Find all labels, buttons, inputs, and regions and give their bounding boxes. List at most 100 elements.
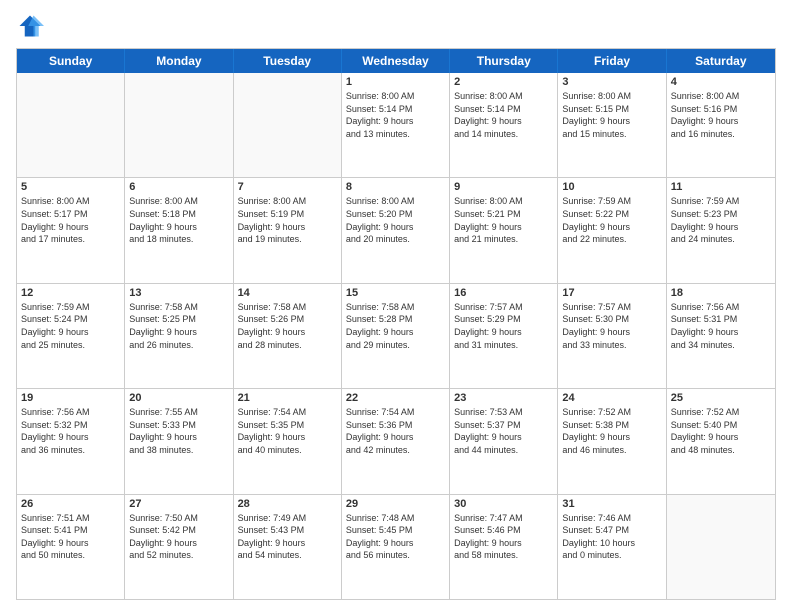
day-number: 1 — [346, 76, 445, 88]
day-info: Sunrise: 7:59 AM Sunset: 5:23 PM Dayligh… — [671, 195, 771, 245]
calendar-row-1: 5Sunrise: 8:00 AM Sunset: 5:17 PM Daylig… — [17, 177, 775, 282]
calendar-cell: 31 Sunrise: 7:46 AM Sunset: 5:47 PM Dayli… — [558, 495, 666, 599]
day-info: Sunrise: 7:56 AM Sunset: 5:31 PM Dayligh… — [671, 301, 771, 351]
calendar-cell: 24 Sunrise: 7:52 AM Sunset: 5:38 PM Dayli… — [558, 389, 666, 493]
day-number: 18 — [671, 287, 771, 299]
calendar-cell: 13 Sunrise: 7:58 AM Sunset: 5:25 PM Dayli… — [125, 284, 233, 388]
calendar-row-2: 12 Sunrise: 7:59 AM Sunset: 5:24 PM Dayli… — [17, 283, 775, 388]
logo-icon — [16, 12, 44, 40]
calendar-cell: 12 Sunrise: 7:59 AM Sunset: 5:24 PM Dayli… — [17, 284, 125, 388]
calendar-cell: 26Sunrise: 7:51 AM Sunset: 5:41 PM Dayli… — [17, 495, 125, 599]
day-info: Sunrise: 7:56 AM Sunset: 5:32 PM Dayligh… — [21, 406, 120, 456]
day-number: 25 — [671, 392, 771, 404]
day-number: 17 — [562, 287, 661, 299]
logo — [16, 12, 48, 40]
calendar-cell: 19 Sunrise: 7:56 AM Sunset: 5:32 PM Dayli… — [17, 389, 125, 493]
header-day-thursday: Thursday — [450, 49, 558, 73]
day-number: 13 — [129, 287, 228, 299]
calendar-cell: 30 Sunrise: 7:47 AM Sunset: 5:46 PM Dayli… — [450, 495, 558, 599]
calendar-cell — [234, 73, 342, 177]
calendar-cell: 28Sunrise: 7:49 AM Sunset: 5:43 PM Dayli… — [234, 495, 342, 599]
calendar-cell: 16 Sunrise: 7:57 AM Sunset: 5:29 PM Dayli… — [450, 284, 558, 388]
calendar-cell: 14Sunrise: 7:58 AM Sunset: 5:26 PM Dayli… — [234, 284, 342, 388]
day-info: Sunrise: 7:52 AM Sunset: 5:40 PM Dayligh… — [671, 406, 771, 456]
calendar-cell: 2 Sunrise: 8:00 AM Sunset: 5:14 PM Daylig… — [450, 73, 558, 177]
day-number: 30 — [454, 498, 553, 510]
calendar-header: SundayMondayTuesdayWednesdayThursdayFrid… — [17, 49, 775, 73]
calendar-cell: 4Sunrise: 8:00 AM Sunset: 5:16 PM Daylig… — [667, 73, 775, 177]
day-info: Sunrise: 7:51 AM Sunset: 5:41 PM Dayligh… — [21, 512, 120, 562]
day-info: Sunrise: 7:46 AM Sunset: 5:47 PM Dayligh… — [562, 512, 661, 562]
header-day-friday: Friday — [558, 49, 666, 73]
header-day-monday: Monday — [125, 49, 233, 73]
calendar-cell: 29 Sunrise: 7:48 AM Sunset: 5:45 PM Dayli… — [342, 495, 450, 599]
day-info: Sunrise: 7:54 AM Sunset: 5:36 PM Dayligh… — [346, 406, 445, 456]
day-info: Sunrise: 7:48 AM Sunset: 5:45 PM Dayligh… — [346, 512, 445, 562]
calendar-cell: 20 Sunrise: 7:55 AM Sunset: 5:33 PM Dayli… — [125, 389, 233, 493]
day-info: Sunrise: 7:58 AM Sunset: 5:25 PM Dayligh… — [129, 301, 228, 351]
day-number: 31 — [562, 498, 661, 510]
day-info: Sunrise: 7:47 AM Sunset: 5:46 PM Dayligh… — [454, 512, 553, 562]
calendar-cell: 10Sunrise: 7:59 AM Sunset: 5:22 PM Dayli… — [558, 178, 666, 282]
day-info: Sunrise: 7:52 AM Sunset: 5:38 PM Dayligh… — [562, 406, 661, 456]
day-info: Sunrise: 8:00 AM Sunset: 5:17 PM Dayligh… — [21, 195, 120, 245]
day-info: Sunrise: 8:00 AM Sunset: 5:19 PM Dayligh… — [238, 195, 337, 245]
header-day-tuesday: Tuesday — [234, 49, 342, 73]
page: SundayMondayTuesdayWednesdayThursdayFrid… — [0, 0, 792, 612]
day-info: Sunrise: 7:58 AM Sunset: 5:26 PM Dayligh… — [238, 301, 337, 351]
day-info: Sunrise: 7:55 AM Sunset: 5:33 PM Dayligh… — [129, 406, 228, 456]
day-number: 22 — [346, 392, 445, 404]
calendar-cell: 5Sunrise: 8:00 AM Sunset: 5:17 PM Daylig… — [17, 178, 125, 282]
day-number: 15 — [346, 287, 445, 299]
calendar-cell — [667, 495, 775, 599]
calendar-cell: 22 Sunrise: 7:54 AM Sunset: 5:36 PM Dayli… — [342, 389, 450, 493]
day-number: 2 — [454, 76, 553, 88]
day-info: Sunrise: 8:00 AM Sunset: 5:14 PM Dayligh… — [346, 90, 445, 140]
day-info: Sunrise: 7:58 AM Sunset: 5:28 PM Dayligh… — [346, 301, 445, 351]
day-info: Sunrise: 8:00 AM Sunset: 5:21 PM Dayligh… — [454, 195, 553, 245]
calendar-cell: 11 Sunrise: 7:59 AM Sunset: 5:23 PM Dayli… — [667, 178, 775, 282]
day-number: 7 — [238, 181, 337, 193]
day-number: 20 — [129, 392, 228, 404]
header-day-sunday: Sunday — [17, 49, 125, 73]
calendar-cell: 8Sunrise: 8:00 AM Sunset: 5:20 PM Daylig… — [342, 178, 450, 282]
calendar-cell — [125, 73, 233, 177]
calendar-cell: 17 Sunrise: 7:57 AM Sunset: 5:30 PM Dayli… — [558, 284, 666, 388]
header-day-wednesday: Wednesday — [342, 49, 450, 73]
calendar-cell: 18 Sunrise: 7:56 AM Sunset: 5:31 PM Dayli… — [667, 284, 775, 388]
day-info: Sunrise: 8:00 AM Sunset: 5:16 PM Dayligh… — [671, 90, 771, 140]
header-day-saturday: Saturday — [667, 49, 775, 73]
calendar-row-4: 26Sunrise: 7:51 AM Sunset: 5:41 PM Dayli… — [17, 494, 775, 599]
day-number: 10 — [562, 181, 661, 193]
day-info: Sunrise: 7:59 AM Sunset: 5:24 PM Dayligh… — [21, 301, 120, 351]
day-number: 28 — [238, 498, 337, 510]
day-number: 12 — [21, 287, 120, 299]
calendar-cell: 1 Sunrise: 8:00 AM Sunset: 5:14 PM Daylig… — [342, 73, 450, 177]
day-info: Sunrise: 7:50 AM Sunset: 5:42 PM Dayligh… — [129, 512, 228, 562]
day-info: Sunrise: 7:57 AM Sunset: 5:30 PM Dayligh… — [562, 301, 661, 351]
day-number: 23 — [454, 392, 553, 404]
day-info: Sunrise: 8:00 AM Sunset: 5:18 PM Dayligh… — [129, 195, 228, 245]
calendar-row-3: 19 Sunrise: 7:56 AM Sunset: 5:32 PM Dayli… — [17, 388, 775, 493]
day-number: 19 — [21, 392, 120, 404]
calendar-cell — [17, 73, 125, 177]
day-info: Sunrise: 7:54 AM Sunset: 5:35 PM Dayligh… — [238, 406, 337, 456]
calendar-cell: 9 Sunrise: 8:00 AM Sunset: 5:21 PM Daylig… — [450, 178, 558, 282]
day-number: 11 — [671, 181, 771, 193]
day-number: 9 — [454, 181, 553, 193]
day-number: 24 — [562, 392, 661, 404]
day-number: 6 — [129, 181, 228, 193]
calendar-cell: 21Sunrise: 7:54 AM Sunset: 5:35 PM Dayli… — [234, 389, 342, 493]
calendar-row-0: 1 Sunrise: 8:00 AM Sunset: 5:14 PM Daylig… — [17, 73, 775, 177]
day-number: 29 — [346, 498, 445, 510]
day-info: Sunrise: 7:57 AM Sunset: 5:29 PM Dayligh… — [454, 301, 553, 351]
calendar-cell: 27Sunrise: 7:50 AM Sunset: 5:42 PM Dayli… — [125, 495, 233, 599]
day-info: Sunrise: 8:00 AM Sunset: 5:14 PM Dayligh… — [454, 90, 553, 140]
calendar-cell: 25 Sunrise: 7:52 AM Sunset: 5:40 PM Dayli… — [667, 389, 775, 493]
calendar-cell: 3Sunrise: 8:00 AM Sunset: 5:15 PM Daylig… — [558, 73, 666, 177]
calendar: SundayMondayTuesdayWednesdayThursdayFrid… — [16, 48, 776, 600]
header — [16, 12, 776, 40]
day-number: 16 — [454, 287, 553, 299]
calendar-body: 1 Sunrise: 8:00 AM Sunset: 5:14 PM Daylig… — [17, 73, 775, 599]
day-info: Sunrise: 7:53 AM Sunset: 5:37 PM Dayligh… — [454, 406, 553, 456]
